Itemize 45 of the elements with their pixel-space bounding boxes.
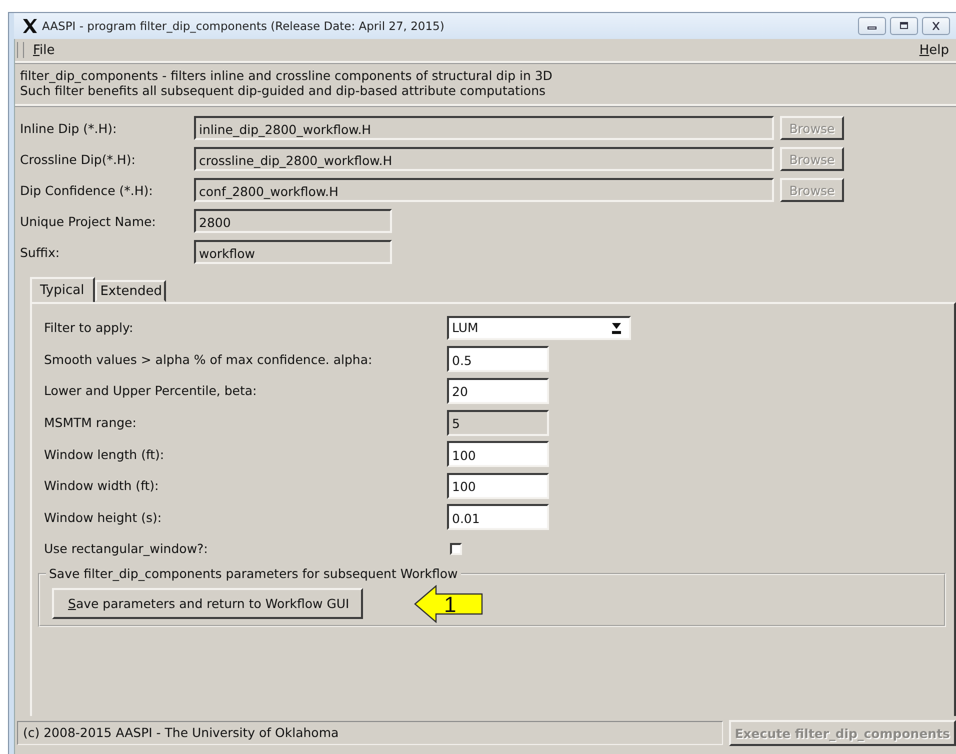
input-field[interactable]: 20 [447,378,549,404]
menu-item[interactable]: File [30,42,58,58]
description-text: filter_dip_components - filters inline and crossline components of structural dip in 3D [20,68,554,83]
maximize-button[interactable] [890,17,918,35]
tab[interactable]: Extended [95,280,166,302]
parameter-label: Window width (ft): [44,478,160,494]
field-label: Dip Confidence (*.H): [20,182,154,198]
parameter-label: Smooth values > alpha % of max confidence. alpha: [44,352,374,367]
window-title: AASPI - program filter_dip_components (Release Date: April 27, 2015) [42,19,446,33]
dropdown[interactable]: LUM [447,316,631,340]
input-field[interactable]: 2800 [194,209,392,233]
close-button[interactable] [922,17,950,35]
description-text: Such filter benefits all subsequent dip-guided and dip-based attribute computations [20,83,547,98]
dropdown-arrow-icon [612,322,621,334]
menu-item[interactable]: Help [916,42,952,58]
parameter-label: Lower and Upper Percentile, beta: [44,383,258,398]
parameter-label: Use rectangular_window?: [44,541,209,556]
input-field[interactable]: workflow [194,240,392,264]
input-field[interactable]: crossline_dip_2800_workflow.H [194,147,774,171]
x-logo-icon [22,18,38,34]
checkbox[interactable] [450,542,462,555]
parameter-label: MSMTM range: [44,415,138,430]
input-field[interactable]: 100 [447,441,549,468]
parameter-label: Window height (s): [44,510,163,525]
status-text: (c) 2008-2015 AASPI - The University of Oklahoma [17,721,723,745]
field-label: Unique Project Name: [20,214,157,228]
field-label: Suffix: [20,244,61,260]
minimize-button[interactable] [858,17,886,35]
menu-grip-icon [17,42,24,58]
input-field[interactable]: inline_dip_2800_workflow.H [194,116,774,140]
maximize-icon [899,22,909,30]
input-field[interactable]: 0.5 [447,346,549,372]
parameter-label: Window length (ft): [44,446,166,462]
tab[interactable]: Typical [30,277,96,302]
group-title: Save filter_dip_components parameters for subsequent Workflow [46,566,461,581]
input-field[interactable]: conf_2800_workflow.H [194,178,774,202]
arrow-annotation [414,584,483,623]
parameter-label: Filter to apply: [44,320,134,336]
field-label: Inline Dip (*.H): [20,120,118,136]
input-field[interactable]: 100 [447,472,549,499]
annotation-number: 1 [444,592,456,618]
save-button[interactable]: Save parameters and return to Workflow GUI [52,588,364,619]
close-icon [931,22,941,30]
input-field[interactable]: 0.01 [447,504,549,530]
field-label: Crossline Dip(*.H): [20,152,136,166]
